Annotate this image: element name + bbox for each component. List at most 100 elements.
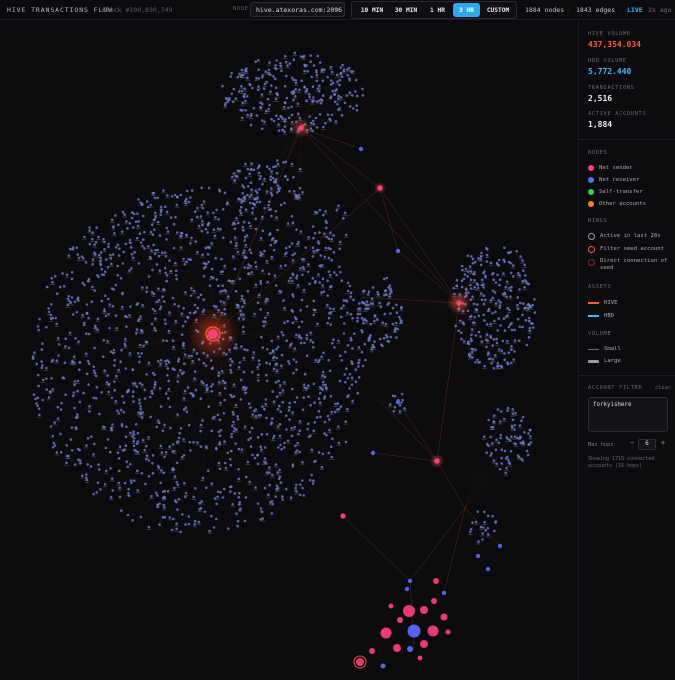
account-node: [293, 316, 297, 319]
account-node: [102, 339, 106, 342]
account-node: [320, 98, 323, 101]
account-node: [466, 270, 470, 273]
account-node: [298, 88, 301, 92]
account-node: [479, 263, 483, 267]
account-node: [245, 95, 249, 98]
account-node: [284, 118, 287, 121]
legend-label: Direct connection of seed: [600, 258, 668, 271]
node-label-mark: [239, 72, 245, 73]
account-node: [494, 448, 498, 452]
account-node: [277, 129, 281, 132]
account-node: [304, 90, 308, 93]
account-node: [125, 425, 128, 429]
account-node: [266, 297, 269, 301]
account-node: [200, 229, 204, 233]
account-node: [110, 428, 113, 432]
account-node: [122, 410, 126, 414]
account-node: [174, 269, 178, 272]
account-node: [85, 372, 89, 376]
account-node: [130, 216, 134, 220]
account-node: [249, 436, 252, 440]
account-node: [296, 102, 300, 106]
range-10min-button[interactable]: 10 MIN: [356, 3, 388, 17]
transaction-graph[interactable]: [0, 21, 578, 680]
account-node: [131, 519, 134, 522]
account-node: [91, 258, 95, 261]
account-node: [302, 54, 306, 58]
account-node: [506, 437, 510, 441]
account-node: [520, 419, 523, 423]
account-node: [157, 287, 160, 291]
account-node: [333, 410, 337, 414]
account-node: [305, 333, 309, 337]
account-node: [492, 278, 495, 282]
account-node: [282, 446, 286, 449]
hops-increment-button[interactable]: +: [659, 439, 667, 449]
account-node: [351, 317, 354, 320]
account-node: [493, 319, 496, 323]
account-node: [281, 495, 284, 498]
account-node: [513, 442, 516, 445]
account-node: [441, 590, 447, 596]
account-node: [131, 226, 135, 229]
range-30min-button[interactable]: 30 MIN: [390, 3, 422, 17]
account-node: [485, 333, 489, 337]
graph-canvas[interactable]: [0, 21, 578, 680]
clear-filter-link[interactable]: clear: [655, 385, 671, 391]
account-node: [327, 451, 331, 455]
account-node: [91, 285, 94, 289]
account-node: [165, 363, 168, 366]
account-node: [357, 307, 360, 311]
account-node: [99, 251, 103, 254]
account-node: [271, 417, 274, 420]
edge-line: [212, 187, 381, 335]
account-node: [140, 329, 144, 333]
account-node: [50, 302, 53, 306]
account-node: [230, 360, 234, 363]
live-indicator[interactable]: LIVE: [627, 6, 643, 14]
node-label-mark: [155, 252, 160, 253]
node-label-mark: [249, 165, 254, 167]
range-custom-button[interactable]: CUSTOM: [482, 3, 514, 17]
account-node: [36, 373, 40, 377]
account-node: [117, 368, 120, 372]
account-node: [85, 476, 88, 480]
node-label-mark: [470, 331, 475, 333]
node-label-mark: [328, 69, 334, 70]
account-node: [236, 75, 239, 79]
account-node: [191, 359, 194, 363]
account-node: [183, 263, 187, 266]
node-label-mark: [507, 465, 513, 467]
node-label-mark: [256, 174, 262, 176]
account-node: [51, 388, 55, 391]
account-node: [311, 225, 315, 228]
node-label-mark: [239, 348, 244, 350]
node-label-mark: [191, 499, 196, 500]
hops-decrement-button[interactable]: −: [628, 439, 636, 449]
hive-line-icon: [588, 302, 599, 304]
account-node: [502, 317, 506, 320]
account-node: [301, 273, 304, 277]
account-node: [186, 386, 190, 389]
account-node: [278, 468, 282, 472]
account-node: [145, 373, 148, 376]
account-node: [138, 355, 141, 358]
node-label-mark: [174, 530, 179, 532]
account-node: [321, 94, 325, 97]
account-node: [470, 339, 473, 343]
account-node: [231, 223, 234, 226]
max-hops-input[interactable]: 6: [638, 439, 656, 450]
account-node: [230, 432, 233, 436]
account-node: [168, 516, 172, 519]
account-node: [511, 408, 514, 411]
account-node: [220, 370, 224, 373]
range-1hr-button[interactable]: 1 HR: [424, 3, 451, 17]
account-node: [272, 165, 275, 169]
account-node: [252, 351, 256, 354]
account-filter-input[interactable]: [588, 397, 668, 432]
node-label-mark: [370, 300, 375, 302]
range-3hr-button[interactable]: 3 HR: [453, 3, 480, 17]
account-node: [193, 523, 196, 526]
node-select[interactable]: hive.atexoras.com:2096 ▾: [250, 2, 345, 17]
node-label-mark: [183, 205, 189, 207]
